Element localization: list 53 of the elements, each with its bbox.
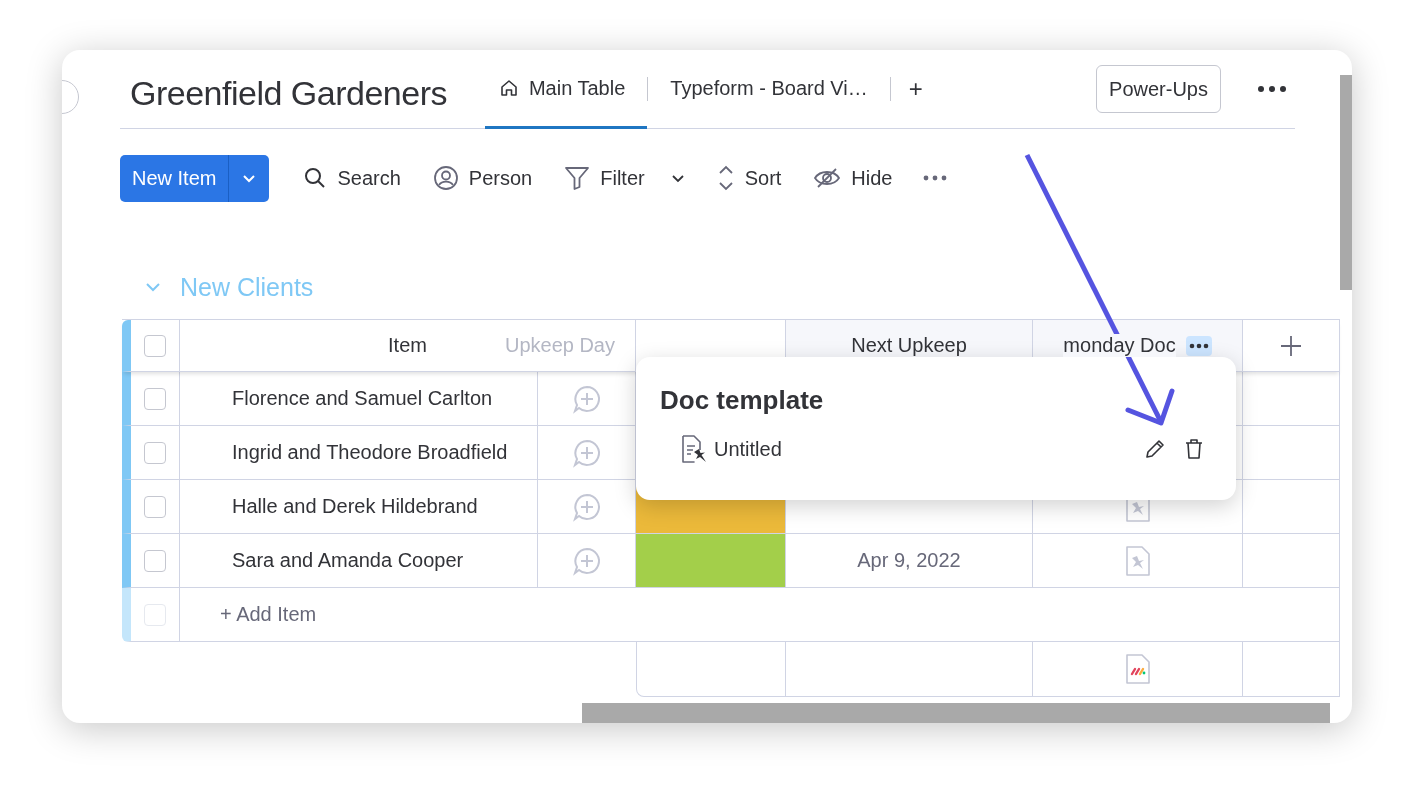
add-update-icon[interactable]	[571, 491, 602, 522]
more-icon[interactable]	[1257, 85, 1287, 93]
checkbox[interactable]	[144, 441, 166, 464]
new-item-dropdown[interactable]	[229, 154, 270, 202]
item-name[interactable]: Florence and Samuel Carlton	[232, 387, 493, 410]
checkbox[interactable]	[144, 495, 166, 518]
add-item-button[interactable]: + Add Item	[220, 603, 317, 626]
filter-icon	[564, 165, 591, 191]
toolbar-button[interactable]: Search	[287, 158, 417, 198]
board-title: Greenfield Gardeners	[130, 73, 447, 113]
sort-icon	[716, 164, 735, 192]
view-tab[interactable]: Main Table	[484, 50, 648, 129]
add-update-icon[interactable]	[571, 383, 602, 414]
status-cell[interactable]	[636, 534, 786, 588]
document-icon[interactable]	[1124, 544, 1151, 577]
column-header: Item	[388, 334, 427, 357]
item-name[interactable]: Sara and Amanda Cooper	[232, 549, 464, 572]
more-icon[interactable]	[922, 175, 947, 181]
toolbar-button[interactable]: Filter	[548, 158, 701, 198]
scrollbar[interactable]	[1340, 75, 1352, 290]
add-column-icon[interactable]	[1280, 334, 1302, 357]
add-update-icon[interactable]	[571, 545, 602, 576]
view-tab[interactable]: Typeform - Board Vi…	[656, 50, 890, 129]
document-icon[interactable]	[1124, 653, 1151, 685]
item-name[interactable]: Ingrid and Theodore Broadfield	[232, 441, 508, 464]
eye-slash-icon	[813, 167, 842, 189]
home-icon	[498, 78, 519, 98]
item-name[interactable]: Halle and Derek Hildebrand	[232, 495, 478, 518]
checkbox[interactable]	[144, 334, 166, 357]
document-icon	[680, 434, 708, 464]
column-header: monday Doc	[1063, 334, 1176, 357]
add-view-button[interactable]: +	[898, 75, 933, 103]
column-header: Next Upkeep	[851, 334, 967, 357]
column-header: Upkeep Day	[504, 334, 615, 357]
add-update-icon[interactable]	[571, 437, 602, 468]
popup-title: Doc template	[660, 385, 825, 416]
checkbox[interactable]	[144, 549, 166, 572]
chevron-icon	[242, 173, 257, 183]
empty-square-icon	[144, 603, 166, 626]
checkbox[interactable]	[144, 387, 166, 410]
scrollbar[interactable]	[582, 703, 1330, 723]
person-icon	[432, 165, 459, 191]
column-menu-button[interactable]	[1185, 335, 1212, 356]
new-item-button[interactable]: New Item	[120, 154, 230, 202]
chevron-icon[interactable]	[670, 173, 685, 183]
toolbar-button[interactable]: Sort	[700, 158, 798, 198]
pencil-icon[interactable]	[1144, 438, 1166, 460]
power-ups-button[interactable]: Power-Ups	[1096, 65, 1221, 113]
date-cell: Apr 9, 2022	[857, 549, 961, 572]
toolbar-button[interactable]: Person	[416, 158, 549, 198]
trash-icon[interactable]	[1184, 438, 1204, 460]
template-name[interactable]: Untitled	[714, 437, 782, 461]
toolbar-button[interactable]: Hide	[797, 158, 909, 198]
